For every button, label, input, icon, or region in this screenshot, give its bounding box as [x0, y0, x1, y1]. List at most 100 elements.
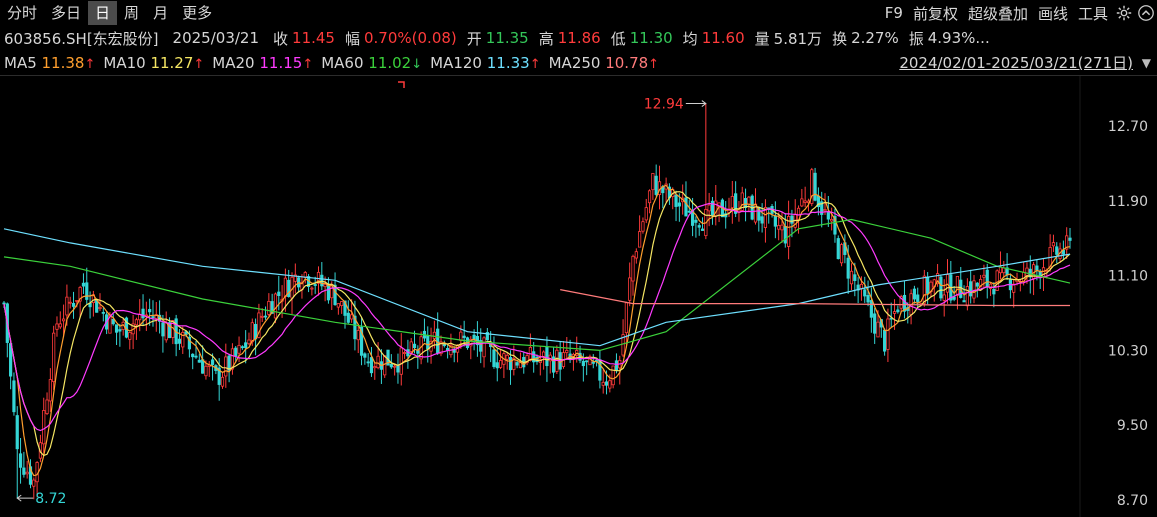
gear-icon[interactable] [1113, 2, 1135, 24]
tools-button[interactable]: 工具 [1073, 3, 1113, 24]
candle-body [495, 362, 499, 369]
y-tick-label: 11.90 [1108, 194, 1148, 210]
candle-body [277, 291, 281, 297]
candle-body [969, 281, 973, 297]
ma-label: MA10 [103, 54, 151, 72]
candle-body [118, 329, 122, 332]
draw-button[interactable]: 画线 [1033, 3, 1073, 24]
candle-body [399, 347, 403, 375]
candle-body [151, 316, 155, 318]
ma-item-ma10[interactable]: MA10 11.27↑ [103, 54, 204, 72]
stock-code: 603856.SH[东宏股份] [4, 29, 159, 48]
f9-button[interactable]: F9 [880, 4, 908, 22]
candle-body [197, 359, 201, 363]
amplitude-value: 4.93%... [927, 29, 990, 47]
tab-5[interactable]: 更多 [175, 1, 219, 25]
candle-body [939, 276, 943, 299]
candle-body [416, 350, 420, 354]
candle-body [601, 381, 605, 386]
candle-body [803, 200, 807, 203]
candle-body [366, 361, 370, 364]
candle-body [482, 337, 486, 358]
candle-body [846, 257, 850, 279]
candle-body [945, 274, 950, 293]
candle-body [992, 289, 996, 295]
candle-body [873, 313, 877, 334]
adjust-button[interactable]: 前复权 [908, 3, 963, 24]
ma-item-ma5[interactable]: MA5 11.38↑ [4, 54, 95, 72]
candle-body [697, 225, 701, 228]
candle-body [52, 332, 56, 382]
candle-body [313, 284, 317, 286]
tab-4[interactable]: 月 [146, 1, 175, 25]
tool-menu: F9 前复权 超级叠加 画线 工具 [880, 0, 1157, 26]
ma-item-ma20[interactable]: MA20 11.15↑ [212, 54, 313, 72]
candle-body [75, 300, 79, 302]
candle-body [508, 357, 513, 371]
candle-body [32, 479, 36, 487]
candle-body [644, 207, 648, 221]
ma-label: MA5 [4, 54, 42, 72]
ma20-line [3, 202, 1071, 432]
ma-item-ma120[interactable]: MA120 11.33↑ [430, 54, 540, 72]
candle-body [492, 349, 496, 367]
candle-body [839, 244, 844, 264]
candle-body [426, 335, 430, 350]
high-value: 11.86 [557, 29, 601, 47]
ma-arrow-icon: ↑ [193, 57, 205, 72]
tab-3[interactable]: 周 [117, 1, 146, 25]
candle-body [694, 219, 698, 223]
candle-body [201, 359, 205, 374]
candle-body [462, 335, 466, 338]
candle-body [383, 355, 387, 376]
candle-body [323, 283, 327, 288]
candle-body [836, 238, 840, 260]
candle-body [25, 471, 29, 475]
candle-body [1002, 267, 1006, 274]
y-tick-label: 9.50 [1117, 418, 1148, 434]
candle-body [164, 322, 168, 341]
ma-value: 11.38 [41, 54, 85, 72]
candle-body [780, 224, 784, 231]
ma-item-ma60[interactable]: MA60 11.02↓ [321, 54, 422, 72]
ma-arrow-icon: ↑ [529, 57, 541, 72]
change-label: 幅 [344, 29, 360, 48]
candle-body [598, 359, 602, 381]
chevron-up-icon[interactable] [1135, 2, 1157, 24]
candle-body [320, 274, 324, 287]
candlestick-chart[interactable]: 12.70 11.90 11.10 10.30 9.50 8.70 12.94 8.72 [0, 76, 1157, 517]
low-value: 11.30 [629, 29, 673, 47]
candle-body [638, 231, 642, 248]
ma-item-ma250[interactable]: MA250 10.78↑ [549, 54, 659, 72]
candle-body [892, 311, 897, 314]
overlay-button[interactable]: 超级叠加 [963, 3, 1033, 24]
candle-body [148, 309, 152, 313]
candle-body [48, 379, 52, 402]
tab-2[interactable]: 日 [88, 1, 118, 25]
period-tabs: 分时 多日日周月更多 [0, 1, 219, 25]
caret-down-icon[interactable]: ▼ [1142, 51, 1151, 75]
quote-bar: 603856.SH[东宏股份] 2025/03/21 收 11.45 幅 0.7… [0, 26, 1157, 50]
candle-body [81, 282, 86, 287]
avg-value: 11.60 [701, 29, 745, 47]
high-label: 高 [538, 29, 554, 48]
ma-value: 11.27 [150, 54, 194, 72]
candle-body [45, 399, 49, 414]
candle-body [876, 321, 880, 338]
candle-body [647, 190, 652, 204]
tab-0[interactable]: 分时 [0, 1, 44, 25]
candle-body [260, 315, 264, 318]
date-range[interactable]: 2024/02/01-2025/03/21(271日) [899, 51, 1133, 75]
candle-body [350, 314, 354, 320]
candle-body [853, 274, 857, 282]
candle-body [651, 173, 655, 191]
candle-body [634, 251, 638, 259]
close-label: 收 [273, 29, 289, 48]
low-label: 低 [610, 29, 626, 48]
candle-body [926, 276, 930, 294]
candle-body [830, 219, 834, 222]
candle-body [677, 202, 681, 207]
candle-body [896, 309, 900, 313]
candle-body [1068, 237, 1072, 241]
tab-1[interactable]: 多日 [44, 1, 88, 25]
